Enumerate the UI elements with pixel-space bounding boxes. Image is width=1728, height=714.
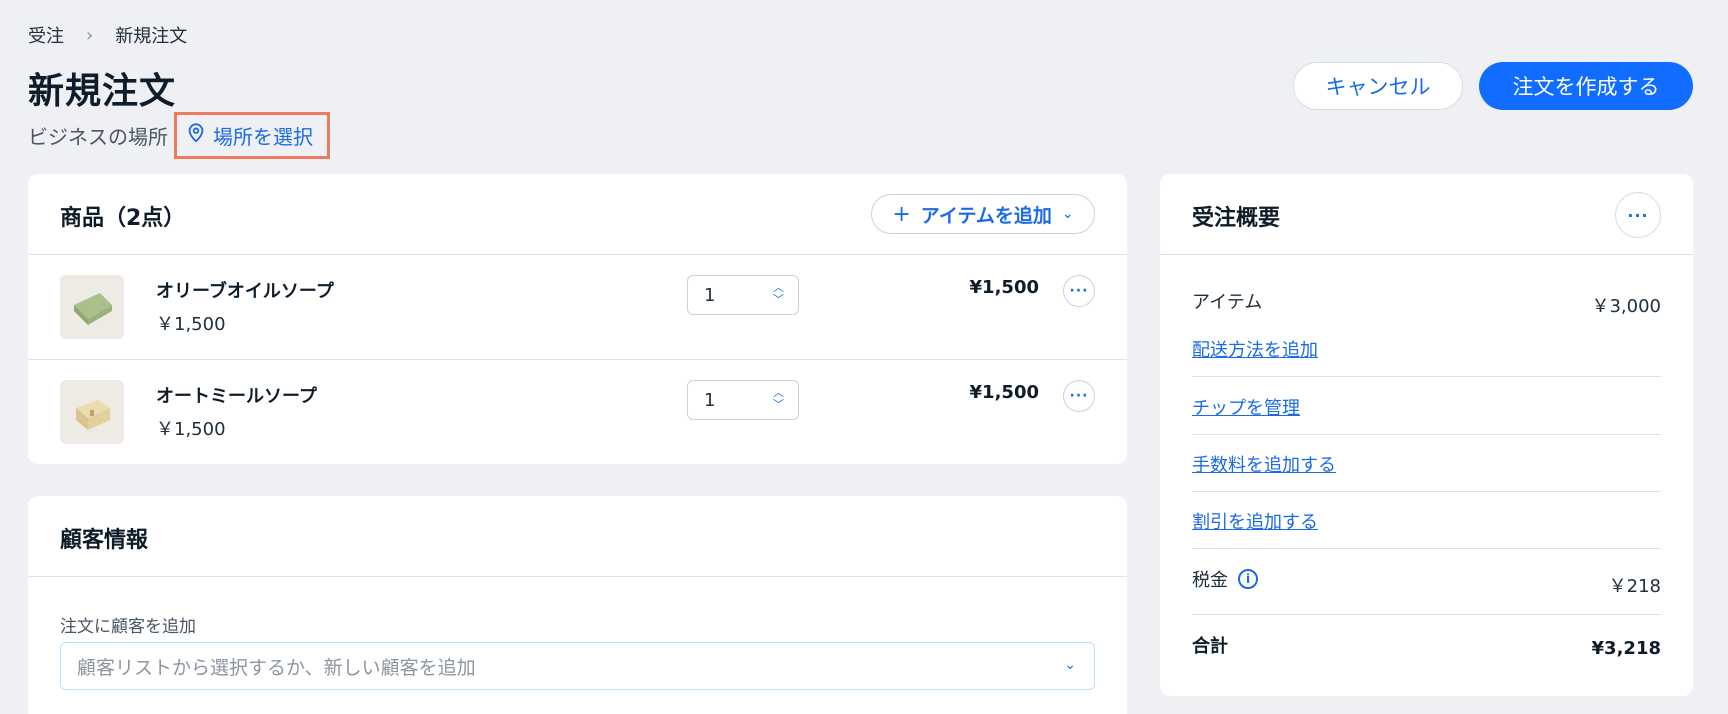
divider	[1192, 434, 1661, 435]
manage-tip-link[interactable]: チップを管理	[1192, 398, 1300, 419]
divider	[1192, 491, 1661, 492]
product-name: オートミールソープ	[156, 386, 317, 407]
order-summary-card: 受注概要 ··· アイテム ￥3,000 配送方法を追加 チップを管理 手数料を…	[1160, 174, 1693, 696]
product-thumbnail	[60, 275, 124, 339]
summary-discount-row: 割引を追加する	[1192, 508, 1661, 534]
more-icon[interactable]: ···	[1063, 275, 1095, 307]
customer-header: 顧客情報	[28, 496, 1127, 577]
breadcrumb: 受注 › 新規注文	[28, 22, 187, 48]
more-icon[interactable]: ···	[1615, 192, 1661, 238]
plus-icon: +	[892, 201, 911, 227]
info-icon[interactable]: i	[1238, 569, 1258, 589]
add-discount-link[interactable]: 割引を追加する	[1192, 512, 1318, 533]
summary-header: 受注概要 ···	[1160, 174, 1693, 255]
divider	[1192, 376, 1661, 377]
quantity-stepper[interactable]: 1 ︿ ﹀	[687, 275, 799, 315]
product-row: オートミールソープ ￥1,500 1 ︿ ﹀ ¥1,500 ···	[28, 360, 1127, 465]
page: 受注 › 新規注文 新規注文 ビジネスの場所 場所を選択 キャンセル 注文を作成…	[0, 0, 1728, 714]
more-icon[interactable]: ···	[1063, 380, 1095, 412]
products-card: 商品（2点） + アイテムを追加 ⌄ オリーブオイルソープ ￥1,500 1 ︿	[28, 174, 1127, 464]
quantity-value: 1	[704, 389, 716, 411]
customer-card: 顧客情報 注文に顧客を追加 顧客リストから選択するか、新しい顧客を追加 ⌄	[28, 496, 1127, 714]
page-title: 新規注文	[28, 71, 177, 112]
add-shipping-link[interactable]: 配送方法を追加	[1192, 340, 1318, 361]
product-name: オリーブオイルソープ	[156, 281, 334, 302]
summary-fee-row: 手数料を追加する	[1192, 451, 1661, 477]
product-price: ￥1,500	[156, 314, 226, 335]
stepper-arrows-icon[interactable]: ︿ ﹀	[773, 282, 784, 306]
product-price: ￥1,500	[156, 419, 226, 440]
summary-title: 受注概要	[1192, 206, 1281, 231]
product-thumbnail	[60, 380, 124, 444]
quantity-stepper[interactable]: 1 ︿ ﹀	[687, 380, 799, 420]
breadcrumb-parent[interactable]: 受注	[28, 22, 64, 48]
divider	[1192, 614, 1661, 615]
location-pin-icon	[185, 122, 207, 149]
products-header: 商品（2点） + アイテムを追加 ⌄	[28, 174, 1127, 255]
create-order-button[interactable]: 注文を作成する	[1479, 62, 1693, 110]
chevron-down-icon: ⌄	[1064, 657, 1076, 673]
summary-tip-row: チップを管理	[1192, 394, 1661, 420]
divider	[1192, 548, 1661, 549]
product-total: ¥1,500	[969, 382, 1039, 403]
customer-select[interactable]: 顧客リストから選択するか、新しい顧客を追加 ⌄	[60, 642, 1095, 690]
stepper-arrows-icon[interactable]: ︿ ﹀	[773, 387, 784, 411]
add-item-button[interactable]: + アイテムを追加 ⌄	[871, 194, 1095, 234]
customer-title: 顧客情報	[60, 528, 149, 553]
summary-tax-row: 税金 i	[1192, 566, 1661, 592]
tax-value: ￥218	[1608, 576, 1661, 597]
summary-items-value: ￥3,000	[1591, 296, 1661, 317]
quantity-value: 1	[704, 284, 716, 306]
tax-label: 税金	[1192, 570, 1228, 591]
select-location-label: 場所を選択	[213, 125, 313, 149]
location-label: ビジネスの場所	[28, 125, 168, 149]
total-value: ¥3,218	[1591, 638, 1661, 659]
cancel-button[interactable]: キャンセル	[1293, 62, 1463, 110]
select-location-button[interactable]: 場所を選択	[174, 112, 330, 159]
total-label: 合計	[1192, 636, 1228, 657]
business-location: ビジネスの場所 場所を選択	[28, 112, 330, 159]
summary-shipping-row: 配送方法を追加	[1192, 336, 1661, 362]
customer-placeholder: 顧客リストから選択するか、新しい顧客を追加	[77, 656, 476, 679]
add-fee-link[interactable]: 手数料を追加する	[1192, 455, 1336, 476]
product-row: オリーブオイルソープ ￥1,500 1 ︿ ﹀ ¥1,500 ···	[28, 255, 1127, 360]
breadcrumb-current: 新規注文	[115, 26, 188, 47]
product-total: ¥1,500	[969, 277, 1039, 298]
customer-field-label: 注文に顧客を追加	[60, 617, 196, 637]
chevron-down-icon: ⌄	[1061, 206, 1074, 222]
products-title: 商品（2点）	[60, 206, 186, 231]
add-item-label: アイテムを追加	[920, 204, 1052, 227]
chevron-right-icon: ›	[86, 24, 94, 46]
